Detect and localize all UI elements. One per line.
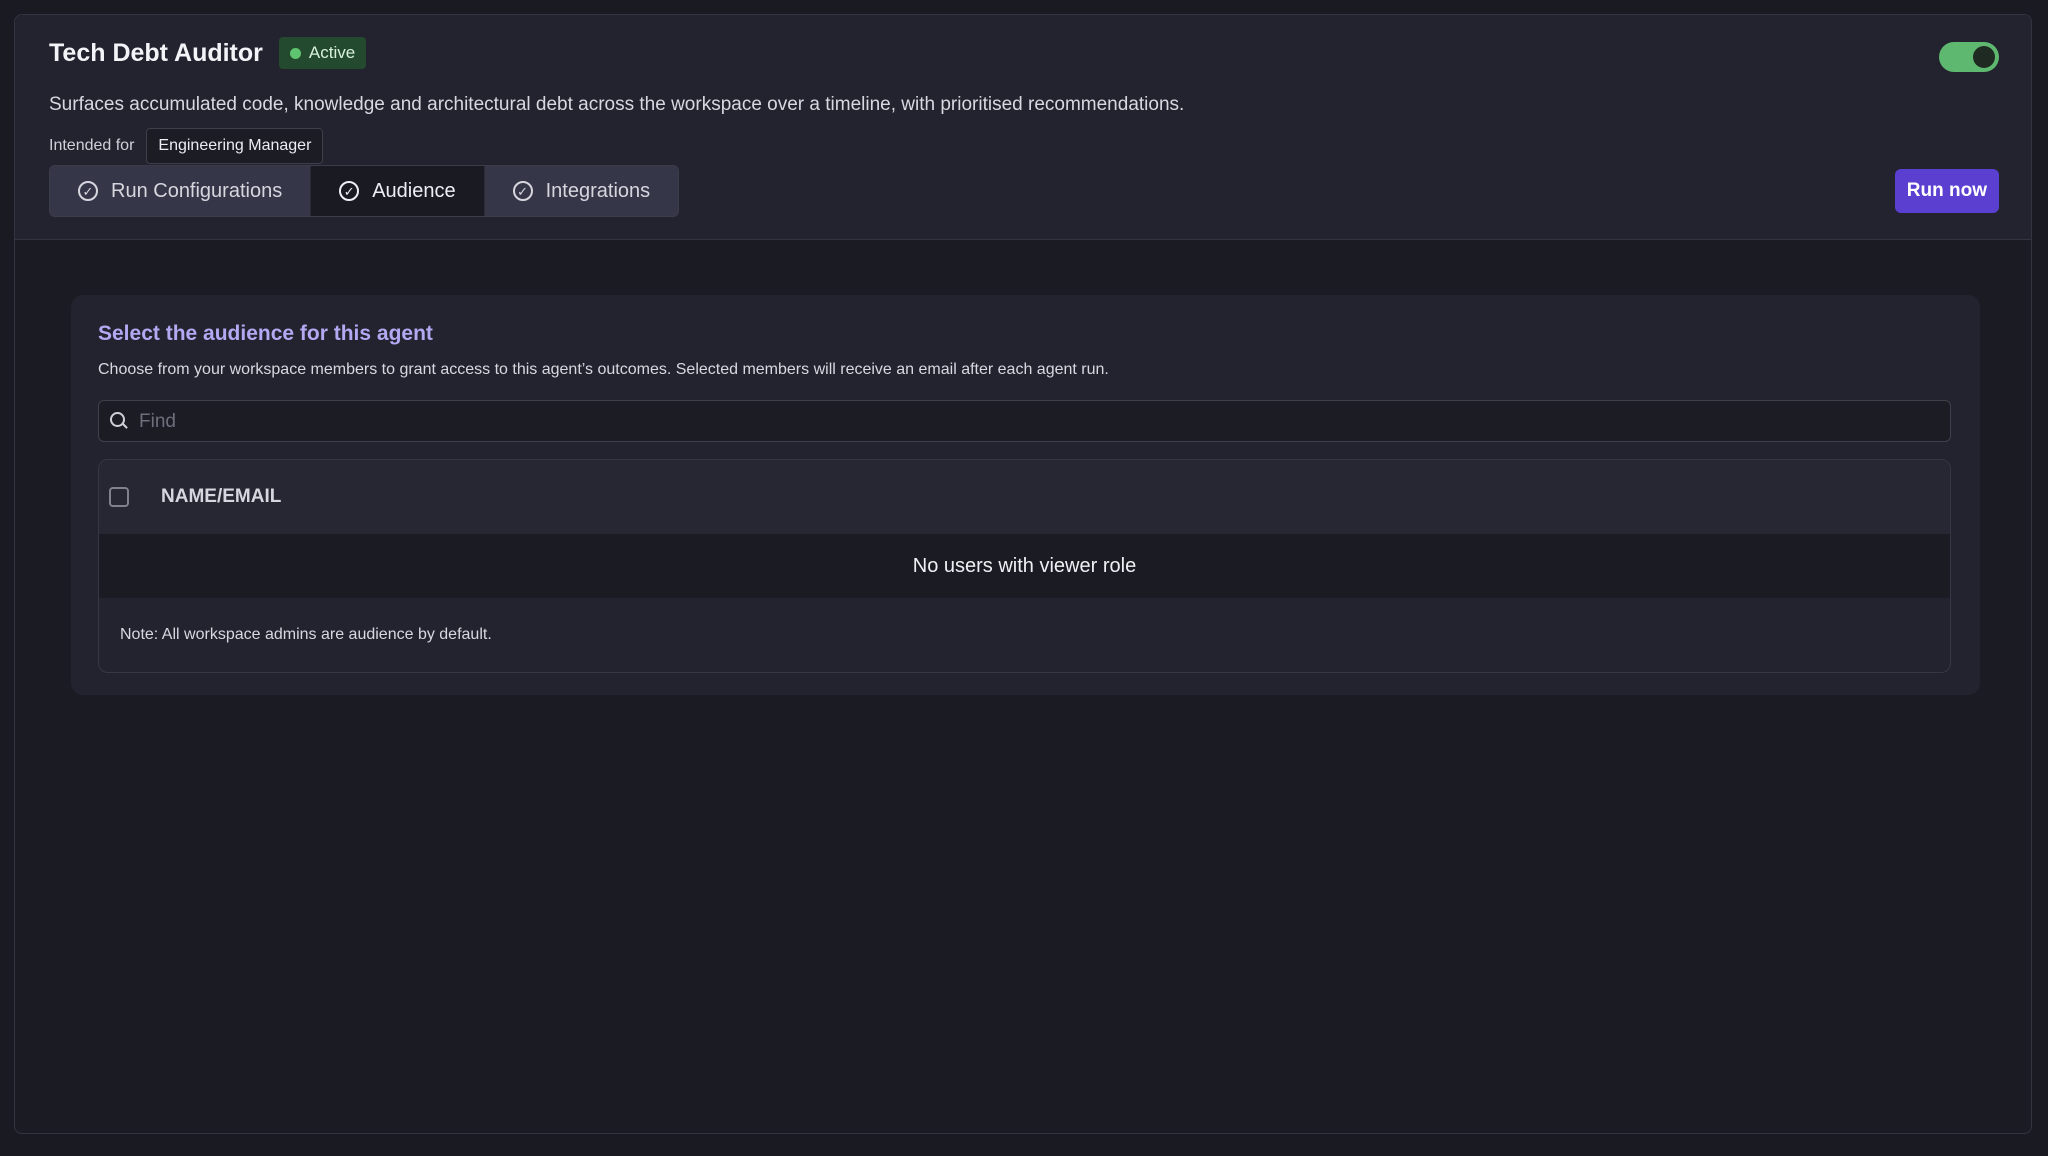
search-box [98,400,1951,443]
agent-title: Tech Debt Auditor [49,38,263,67]
agent-description: Surfaces accumulated code, knowledge and… [49,94,1185,115]
tab-label: Audience [372,179,456,202]
audience-table: NAME/EMAIL No users with viewer role Not… [98,459,1951,673]
status-label: Active [308,43,356,62]
run-now-button[interactable]: Run now [1894,169,1999,213]
check-circle-icon: ✓ [78,181,98,201]
tab-run-configurations[interactable]: ✓ Run Configurations [50,166,312,216]
title-row: Tech Debt Auditor Active [49,37,367,69]
check-circle-icon: ✓ [339,181,360,201]
audience-subtitle: Choose from your workspace members to gr… [98,361,1109,378]
check-circle-icon: ✓ [512,181,533,201]
agent-header: Tech Debt Auditor Active Surfaces accumu… [15,15,2031,240]
toggle-knob [1973,46,1995,68]
search-icon [110,412,125,427]
tab-audience[interactable]: ✓ Audience [311,166,485,216]
select-all-checkbox[interactable] [109,487,129,507]
admins-note: Note: All workspace admins are audience … [120,626,492,643]
empty-state-message: No users with viewer role [912,554,1137,577]
audience-title: Select the audience for this agent [98,322,433,345]
tab-label: Run Configurations [111,179,283,202]
status-dot-icon [289,47,301,59]
search-input[interactable] [137,401,1931,443]
table-header: NAME/EMAIL [99,460,1950,534]
column-header-name-email: NAME/EMAIL [161,486,282,507]
intended-for-row: Intended for Engineering Manager [49,128,324,164]
agent-enabled-toggle[interactable] [1939,42,1999,72]
empty-state-row: No users with viewer role [99,534,1950,598]
tab-label: Integrations [545,179,651,202]
tab-integrations[interactable]: ✓ Integrations [484,166,679,216]
status-badge: Active [278,37,367,69]
agent-page: Tech Debt Auditor Active Surfaces accumu… [14,14,2032,1134]
intended-for-label: Intended for [49,137,135,154]
agent-tabs: ✓ Run Configurations ✓ Audience ✓ Integr… [49,165,680,217]
intended-role-chip: Engineering Manager [146,128,324,164]
audience-panel: Select the audience for this agent Choos… [71,295,1980,695]
